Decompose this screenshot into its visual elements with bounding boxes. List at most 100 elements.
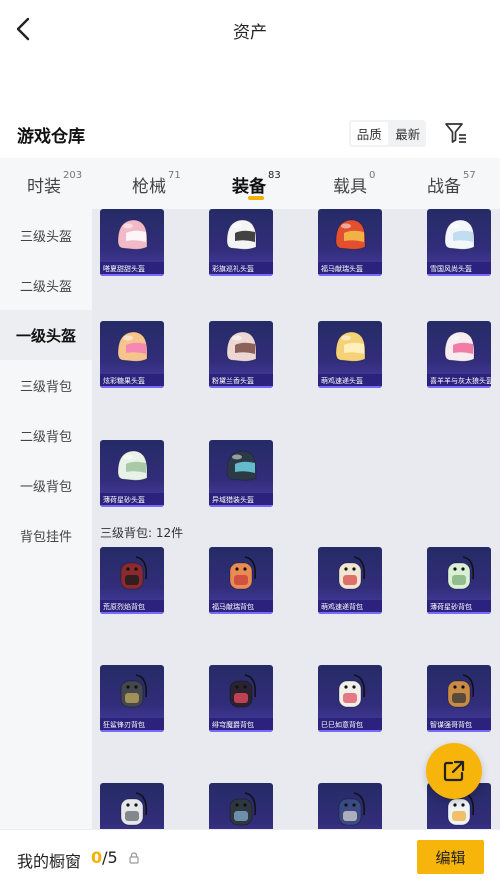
backpack-card[interactable]: 福马献瑞背包 [209,547,273,614]
item-name: 雪国风尚头盔 [427,262,491,276]
sidebar-item-level1-helmet[interactable]: 一级头盔 [0,310,92,360]
tab-vehicles[interactable]: 载具0 [333,170,376,197]
top-bar: 资产 [0,0,500,58]
helmet-icon [226,219,257,250]
tab-count: 83 [268,170,281,181]
helmet-icon [117,219,148,250]
item-name: 异域猎装头盔 [209,493,273,507]
helmet-card[interactable]: 萌鸡速递头盔 [318,321,382,388]
helmet-icon [226,450,257,481]
tab-label: 战备 [427,177,461,197]
sort-toggle: 品质 最新 [349,120,426,147]
showcase-bar: 我的橱窗 0/5 编辑 [0,829,500,885]
tab-equipment[interactable]: 装备83 [232,170,281,197]
item-name: 绯穹魔爵背包 [209,718,273,732]
item-name: 福马献瑞头盔 [318,262,382,276]
backpack-icon [229,792,257,826]
helmet-card[interactable]: 粉黛兰香头盔 [209,321,273,388]
helmet-card[interactable]: 薄荷星砂头盔 [100,440,164,507]
tab-label: 枪械 [132,177,166,197]
backpack-icon [120,556,148,590]
helmet-card[interactable]: 福马献瑞头盔 [318,209,382,276]
helmet-card[interactable]: 异域猎装头盔 [209,440,273,507]
tab-guns[interactable]: 枪械71 [132,170,181,197]
warehouse-title: 游戏仓库 [17,127,85,147]
helmet-card[interactable]: 喜羊羊与灰太狼头盔 [427,321,491,388]
tab-label: 载具 [333,177,367,197]
sort-by-newest[interactable]: 最新 [390,120,427,147]
item-name: 萌鸡速递头盔 [318,374,382,388]
tab-count: 71 [168,170,181,181]
item-name: 嗒夏甜甜头盔 [100,262,164,276]
backpack-icon [447,674,475,708]
helmet-card[interactable]: 彩旗巡礼头盔 [209,209,273,276]
item-grid: 三级背包: 12件 嗒夏甜甜头盔 彩旗巡礼头盔 福马献瑞头盔 雪国风尚头盔 炫彩… [92,209,500,829]
filter-icon[interactable] [444,121,468,145]
share-button[interactable] [426,743,482,799]
item-name: 巳巳如意背包 [318,718,382,732]
item-name: 荒原烈焰背包 [100,600,164,614]
item-name: 智谋强哥背包 [427,718,491,732]
backpack-card[interactable] [209,783,273,829]
active-tab-indicator [248,196,264,200]
item-name: 薄荷星砂背包 [427,600,491,614]
backpack-card[interactable] [100,783,164,829]
sort-by-quality[interactable]: 品质 [351,122,388,145]
sidebar-item-level2-backpack[interactable]: 二级背包 [0,410,92,460]
tab-count: 57 [463,170,476,181]
helmet-icon [117,331,148,362]
backpack-icon [338,674,366,708]
backpack-card[interactable]: 萌鸡速递背包 [318,547,382,614]
backpack-icon [447,556,475,590]
showcase-current: 0 [91,848,103,867]
sidebar-item-level2-helmet[interactable]: 二级头盔 [0,260,92,310]
helmet-icon [444,219,475,250]
item-name: 彩旗巡礼头盔 [209,262,273,276]
helmet-card[interactable]: 嗒夏甜甜头盔 [100,209,164,276]
tab-count: 0 [369,170,376,181]
backpack-icon [120,792,148,826]
item-name: 福马献瑞背包 [209,600,273,614]
backpack-icon [120,674,148,708]
backpack-icon [229,556,257,590]
helmet-icon [226,331,257,362]
section-label: 三级背包: 12件 [100,526,184,540]
backpack-card[interactable]: 狂鲨锋刃背包 [100,665,164,732]
sidebar-item-backpack-charm[interactable]: 背包挂件 [0,510,92,560]
helmet-icon [117,450,148,481]
backpack-card[interactable]: 巳巳如意背包 [318,665,382,732]
share-icon [443,760,465,782]
tab-label: 时装 [27,177,61,197]
backpack-card[interactable]: 智谋强哥背包 [427,665,491,732]
item-name: 粉黛兰香头盔 [209,374,273,388]
showcase-count: 0/5 [91,848,118,867]
tab-label: 装备 [232,177,266,197]
edit-button[interactable]: 编辑 [417,840,484,874]
page-title: 资产 [233,23,267,43]
sidebar-item-level3-backpack[interactable]: 三级背包 [0,360,92,410]
tab-fashion[interactable]: 时装203 [27,170,83,197]
showcase-label: 我的橱窗 [17,852,82,871]
item-name: 萌鸡速递背包 [318,600,382,614]
sidebar-item-level1-backpack[interactable]: 一级背包 [0,460,92,510]
backpack-card[interactable] [318,783,382,829]
sidebar: 三级头盔 二级头盔 一级头盔 三级背包 二级背包 一级背包 背包挂件 [0,209,92,829]
item-name: 喜羊羊与灰太狼头盔 [427,374,491,388]
item-name: 薄荷星砂头盔 [100,493,164,507]
backpack-icon [229,674,257,708]
tab-supplies[interactable]: 战备57 [427,170,476,197]
sidebar-item-level3-helmet[interactable]: 三级头盔 [0,210,92,260]
helmet-icon [444,331,475,362]
helmet-card[interactable]: 雪国风尚头盔 [427,209,491,276]
item-name: 炫彩糖果头盔 [100,374,164,388]
helmet-icon [335,331,366,362]
helmet-card[interactable]: 炫彩糖果头盔 [100,321,164,388]
backpack-card[interactable]: 薄荷星砂背包 [427,547,491,614]
tab-count: 203 [63,170,83,181]
backpack-card[interactable]: 绯穹魔爵背包 [209,665,273,732]
category-tabs: 时装203 枪械71 装备83 载具0 战备57 [0,158,500,209]
backpack-icon [338,792,366,826]
backpack-card[interactable]: 荒原烈焰背包 [100,547,164,614]
lock-icon [129,852,139,864]
showcase-total: /5 [102,848,118,867]
